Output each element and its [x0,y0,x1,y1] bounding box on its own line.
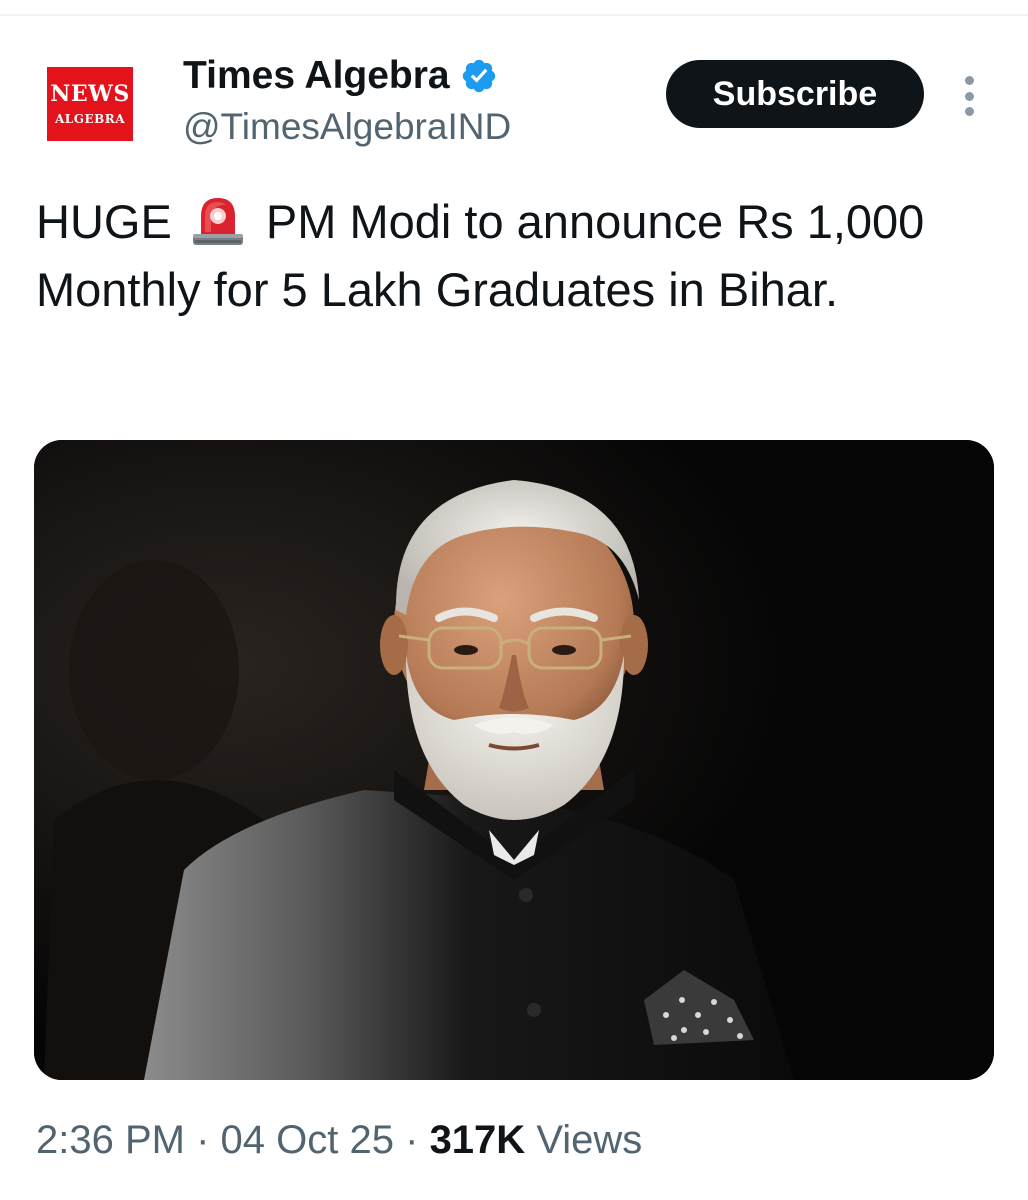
news-algebra-logo: NEWS ALGEBRA [47,67,133,141]
tweet-time[interactable]: 2:36 PM [36,1118,185,1162]
separator-2: · [405,1118,419,1162]
verified-badge-icon[interactable] [460,57,498,95]
portrait-photo-icon [34,440,994,1080]
tweet-text: HUGE PM Modi to announce Rs 1,000 Monthl… [36,188,986,324]
views-count[interactable]: 317K [430,1118,526,1162]
account-handle[interactable]: @TimesAlgebraIND [183,106,511,148]
views-label[interactable]: Views [536,1118,642,1162]
subscribe-button[interactable]: Subscribe [666,60,924,128]
avatar[interactable]: NEWS ALGEBRA [46,66,134,142]
logo-line1: NEWS [50,81,130,107]
tweet-date[interactable]: 04 Oct 25 [221,1118,394,1162]
separator-1: · [196,1118,210,1162]
siren-emoji-icon [189,190,247,248]
tweet-text-part1: HUGE [36,195,172,248]
display-name-row: Times Algebra [183,54,498,98]
top-divider [0,14,1028,16]
more-options-icon[interactable] [956,76,982,116]
tweet-photo[interactable] [34,440,994,1080]
logo-line2: ALGEBRA [54,112,126,126]
display-name[interactable]: Times Algebra [183,54,450,98]
tweet-meta: 2:36 PM · 04 Oct 25 · 317K Views [36,1118,642,1163]
